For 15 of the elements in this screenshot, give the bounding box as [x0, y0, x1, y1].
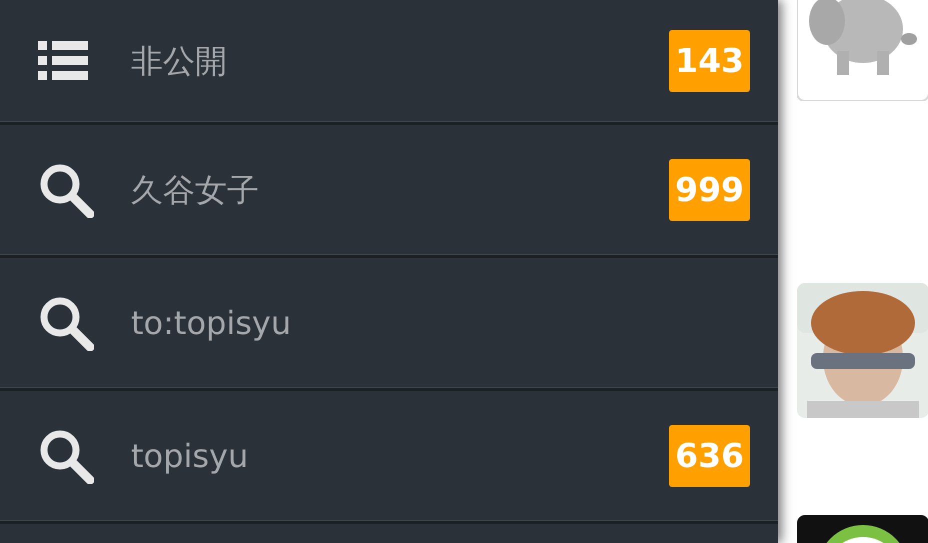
search-icon [38, 428, 94, 484]
count-badge: 999 [669, 159, 750, 221]
drawer-item[interactable]: 久谷女子 999 [0, 125, 778, 258]
count-badge: 636 [669, 425, 750, 487]
drawer-item[interactable]: 非公開 143 [0, 0, 778, 125]
search-icon [38, 295, 94, 351]
search-icon [38, 162, 94, 218]
drawer-item[interactable]: to:topisyu [0, 258, 778, 391]
item-label: 久谷女子 [131, 170, 260, 211]
drawer-item[interactable]: topisyu 636 [0, 391, 778, 524]
item-label: 非公開 [131, 41, 228, 82]
count-badge: 143 [669, 30, 750, 92]
item-label: to:topisyu [131, 303, 292, 344]
list-icon [38, 41, 88, 81]
item-label: topisyu [131, 436, 250, 477]
